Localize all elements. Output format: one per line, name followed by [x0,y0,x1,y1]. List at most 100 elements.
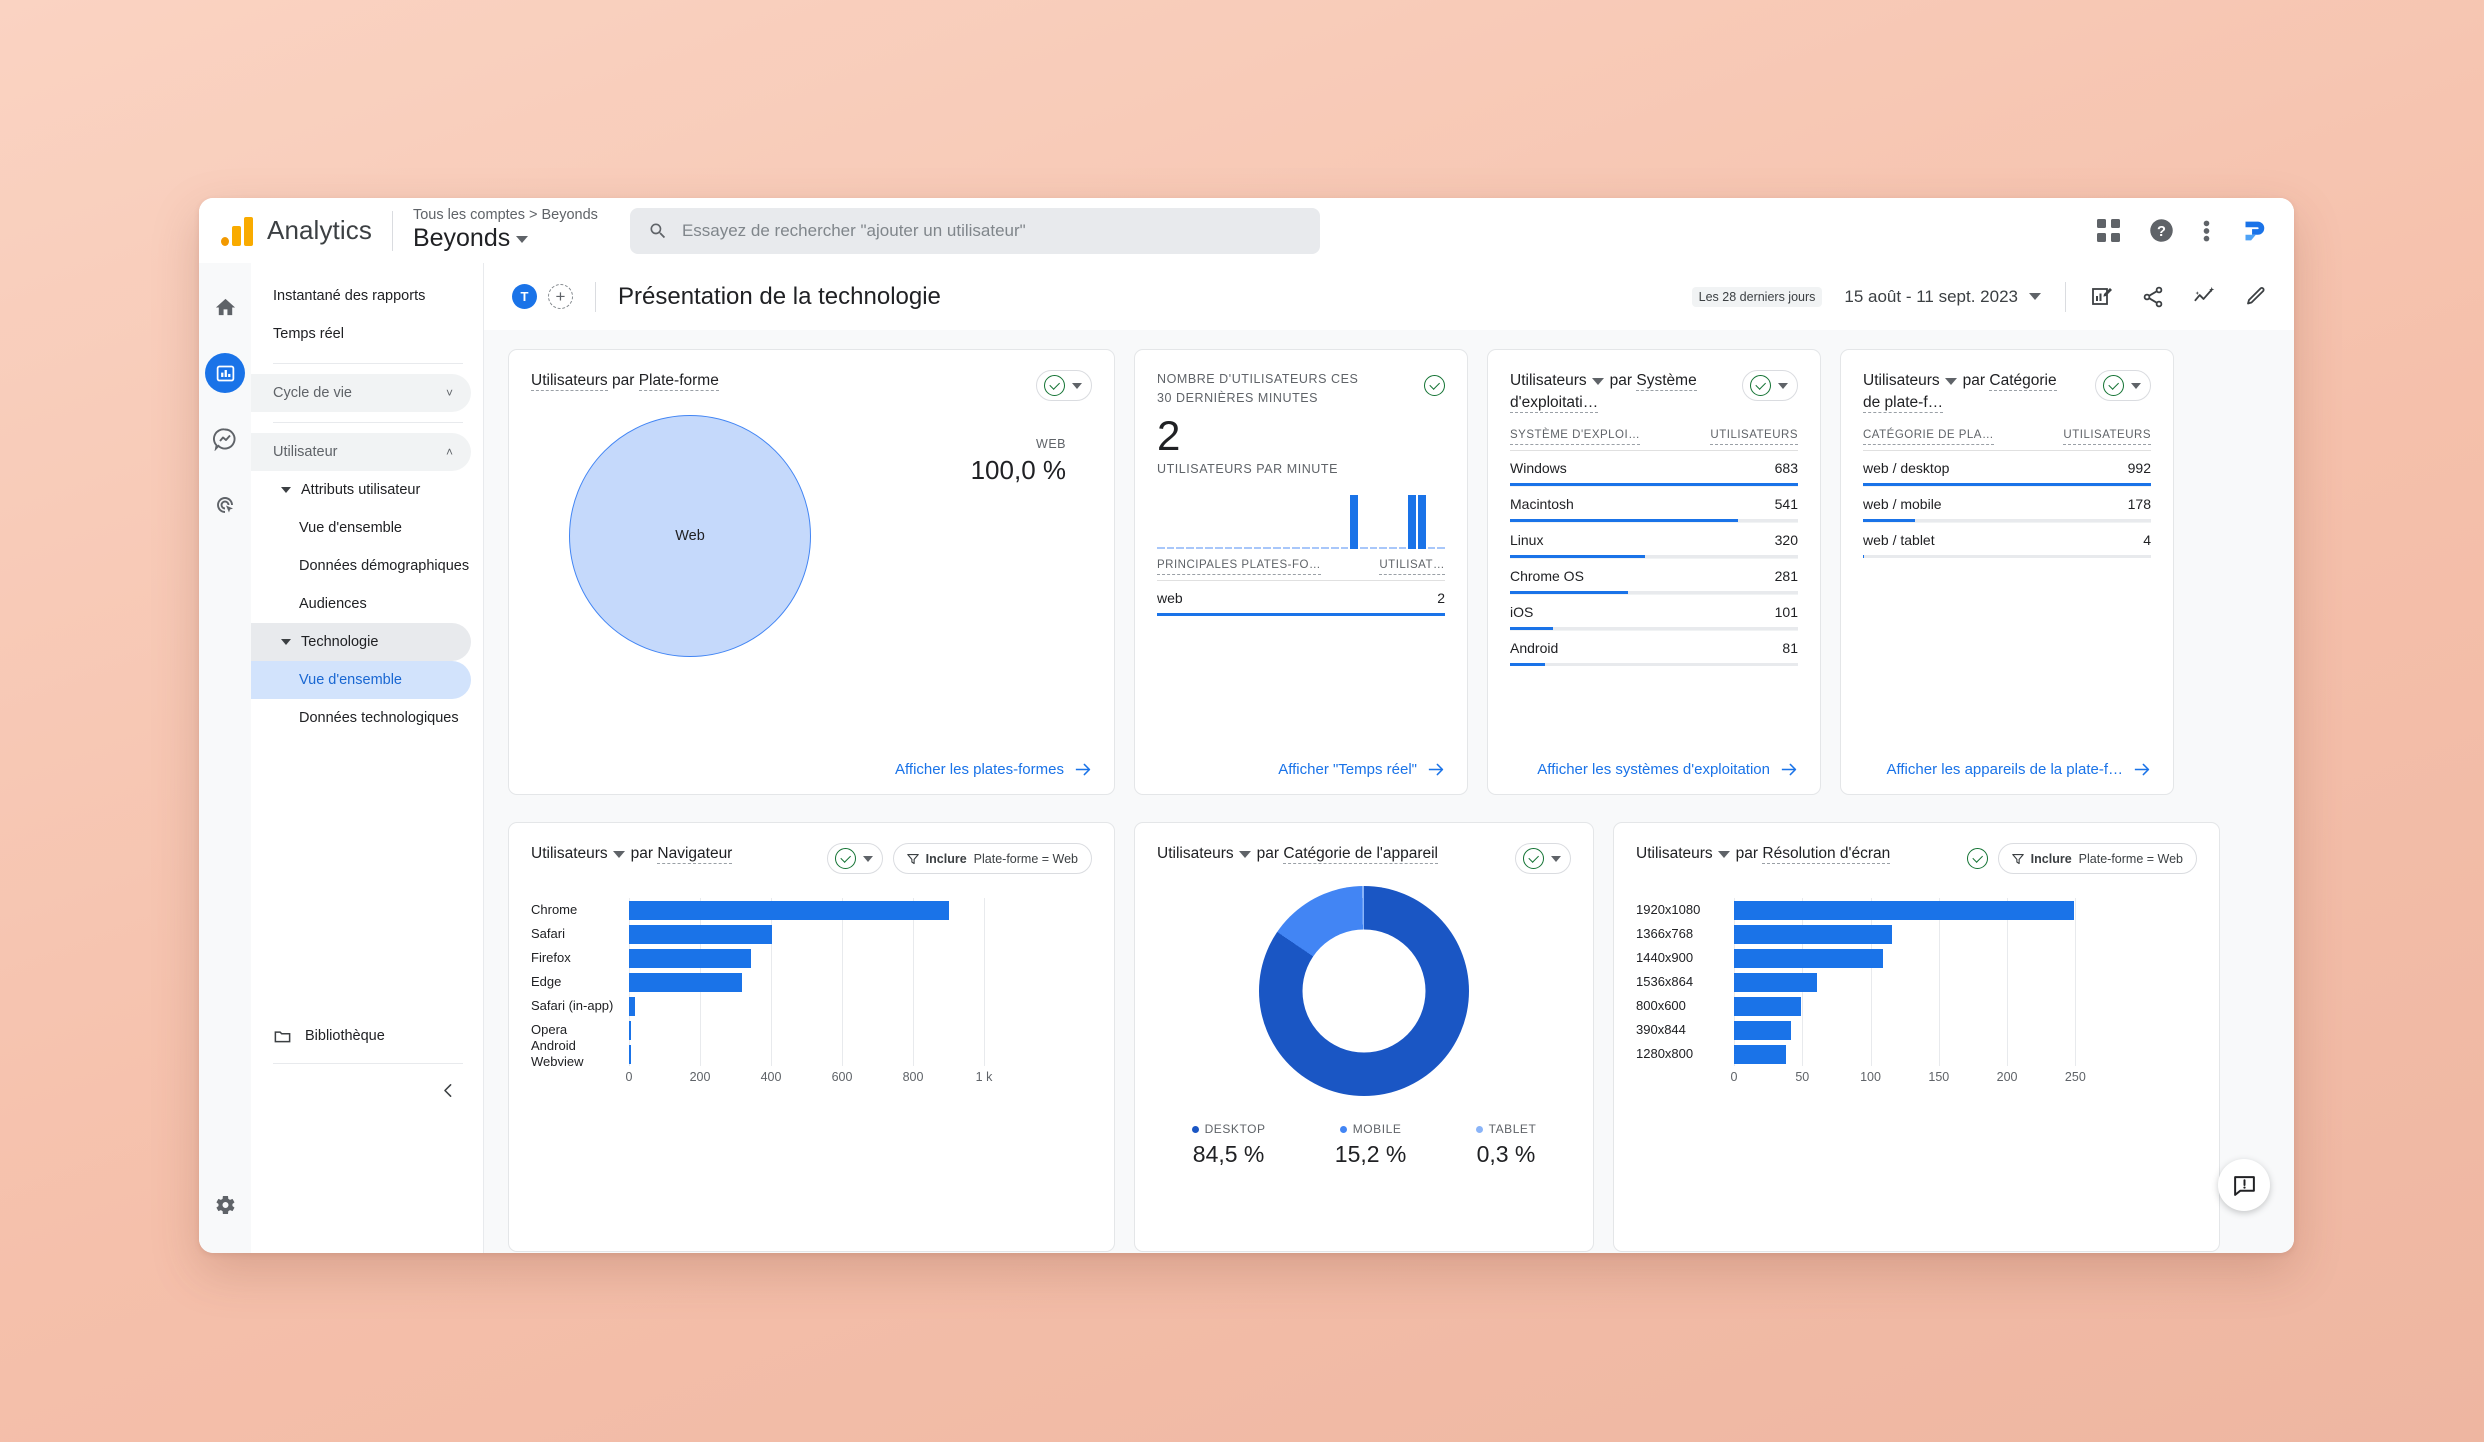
metric-label[interactable]: Utilisateurs [531,372,608,391]
bar-row[interactable]: Safari [531,922,1092,946]
bar-row[interactable]: 1536x864 [1636,970,2197,994]
rail-item-advertising[interactable] [205,485,245,525]
bar[interactable] [1734,997,1801,1016]
bar[interactable] [1734,1021,1791,1040]
bar-row[interactable]: Android Webview [531,1042,1092,1066]
collapse-sidebar-button[interactable] [251,1064,483,1099]
bar-label: 1920x1080 [1636,902,1734,918]
bar-row[interactable]: 1920x1080 [1636,898,2197,922]
card-link-realtime[interactable]: Afficher "Temps réel" [1278,761,1445,778]
table-row[interactable]: Macintosh541 [1510,487,1798,522]
dimension-label[interactable]: Résolution d'écran [1762,845,1890,864]
metric-label[interactable]: Utilisateurs [531,845,608,862]
sidebar-item-library[interactable]: Bibliothèque [251,1017,483,1055]
bar[interactable] [1734,1045,1786,1064]
card-link-platforms[interactable]: Afficher les plates-formes [895,761,1092,778]
cell-name: iOS [1510,604,1533,620]
metric-label[interactable]: Utilisateurs [1636,845,1713,862]
bar[interactable] [629,1021,631,1040]
pie-slice-web[interactable]: Web [569,415,811,657]
data-quality-chip[interactable] [827,843,883,874]
rail-item-admin[interactable] [205,1185,245,1225]
table-row[interactable]: web 2 [1157,581,1445,616]
rail-item-explore[interactable] [205,419,245,459]
filter-chip-platform[interactable]: Inclure Plate-forme = Web [1998,843,2197,874]
bar[interactable] [629,997,635,1016]
bar[interactable] [1734,925,1892,944]
rail-item-home[interactable] [205,287,245,327]
sparkline-bar [1263,547,1271,549]
avatar[interactable]: T [512,284,537,309]
data-quality-chip[interactable] [1515,843,1571,874]
sidebar-group-lifecycle[interactable]: Cycle de vie ˅ [251,374,471,412]
bar-row[interactable]: 800x600 [1636,994,2197,1018]
edit-icon[interactable] [2244,285,2268,309]
sidebar-item-audiences[interactable]: Audiences [251,585,471,623]
metric-label[interactable]: Utilisateurs [1863,372,1940,389]
bar-row[interactable]: 390x844 [1636,1018,2197,1042]
feedback-button[interactable] [2218,1159,2270,1211]
table-row[interactable]: Linux320 [1510,523,1798,558]
search-box[interactable] [630,208,1320,254]
compare-icon[interactable] [2090,285,2114,309]
sidebar-item-user-attributes[interactable]: Attributs utilisateur [251,471,471,509]
metric-label[interactable]: Utilisateurs [1510,372,1587,389]
bar[interactable] [629,925,772,944]
bar[interactable] [629,973,742,992]
table-row[interactable]: web / tablet4 [1863,523,2151,558]
bar-row[interactable]: Chrome [531,898,1092,922]
more-vert-icon[interactable] [2203,218,2210,244]
sidebar-item-reports-snapshot[interactable]: Instantané des rapports [251,277,471,315]
bar[interactable] [629,949,751,968]
data-quality-chip[interactable] [1742,370,1798,401]
card-link-os[interactable]: Afficher les systèmes d'exploitation [1537,761,1798,778]
sidebar-item-technology[interactable]: Technologie [251,623,471,661]
donut-ring[interactable] [1259,886,1469,1096]
bar-row[interactable]: Safari (in-app) [531,994,1092,1018]
share-icon[interactable] [2141,285,2165,309]
metric-label[interactable]: Utilisateurs [1157,845,1234,862]
data-quality-chip[interactable] [1424,370,1445,401]
dimension-label[interactable]: Navigateur [657,845,732,864]
bar[interactable] [1734,901,2074,920]
legend-key: WEB [971,437,1066,451]
table-row[interactable]: Android81 [1510,631,1798,666]
filter-chip-platform[interactable]: Inclure Plate-forme = Web [893,843,1092,874]
sidebar-item-user-overview[interactable]: Vue d'ensemble [251,509,471,547]
bar[interactable] [1734,949,1883,968]
sidebar-group-user[interactable]: Utilisateur ˄ [251,433,471,471]
table-row[interactable]: iOS101 [1510,595,1798,630]
date-range-picker[interactable]: 15 août - 11 sept. 2023 [1844,287,2041,307]
sidebar-item-realtime[interactable]: Temps réel [251,315,471,353]
data-quality-chip[interactable] [1967,843,1988,874]
table-row[interactable]: Chrome OS281 [1510,559,1798,594]
sidebar-item-technology-overview[interactable]: Vue d'ensemble [251,661,471,699]
card-controls: Inclure Plate-forme = Web [1967,843,2197,874]
bar-row[interactable]: 1440x900 [1636,946,2197,970]
sidebar-item-tech-details[interactable]: Données technologiques [251,699,471,737]
bar[interactable] [1734,973,1817,992]
bar[interactable] [629,901,949,920]
card-link-platform-devices[interactable]: Afficher les appareils de la plate-f… [1886,761,2151,778]
insights-icon[interactable] [2192,285,2217,309]
dimension-label[interactable]: Plate-forme [639,372,719,391]
bar[interactable] [629,1045,631,1064]
data-quality-chip[interactable] [1036,370,1092,401]
bar-row[interactable]: 1366x768 [1636,922,2197,946]
data-quality-chip[interactable] [2095,370,2151,401]
table-row[interactable]: web / mobile178 [1863,487,2151,522]
bar-row[interactable]: Edge [531,970,1092,994]
bar-row[interactable]: Firefox [531,946,1092,970]
search-input[interactable] [682,221,1302,241]
account-avatar[interactable] [2238,216,2268,246]
add-comparison-button[interactable]: + [548,284,573,309]
table-row[interactable]: web / desktop992 [1863,451,2151,486]
apps-grid-icon[interactable] [2097,219,2120,242]
account-selector[interactable]: Tous les comptes > Beyonds Beyonds [413,207,598,254]
bar-row[interactable]: 1280x800 [1636,1042,2197,1066]
dimension-label[interactable]: Catégorie de l'appareil [1283,845,1438,864]
sidebar-item-demographics[interactable]: Données démographiques [251,547,471,585]
help-icon[interactable]: ? [2148,217,2175,244]
rail-item-reports[interactable] [205,353,245,393]
table-row[interactable]: Windows683 [1510,451,1798,486]
